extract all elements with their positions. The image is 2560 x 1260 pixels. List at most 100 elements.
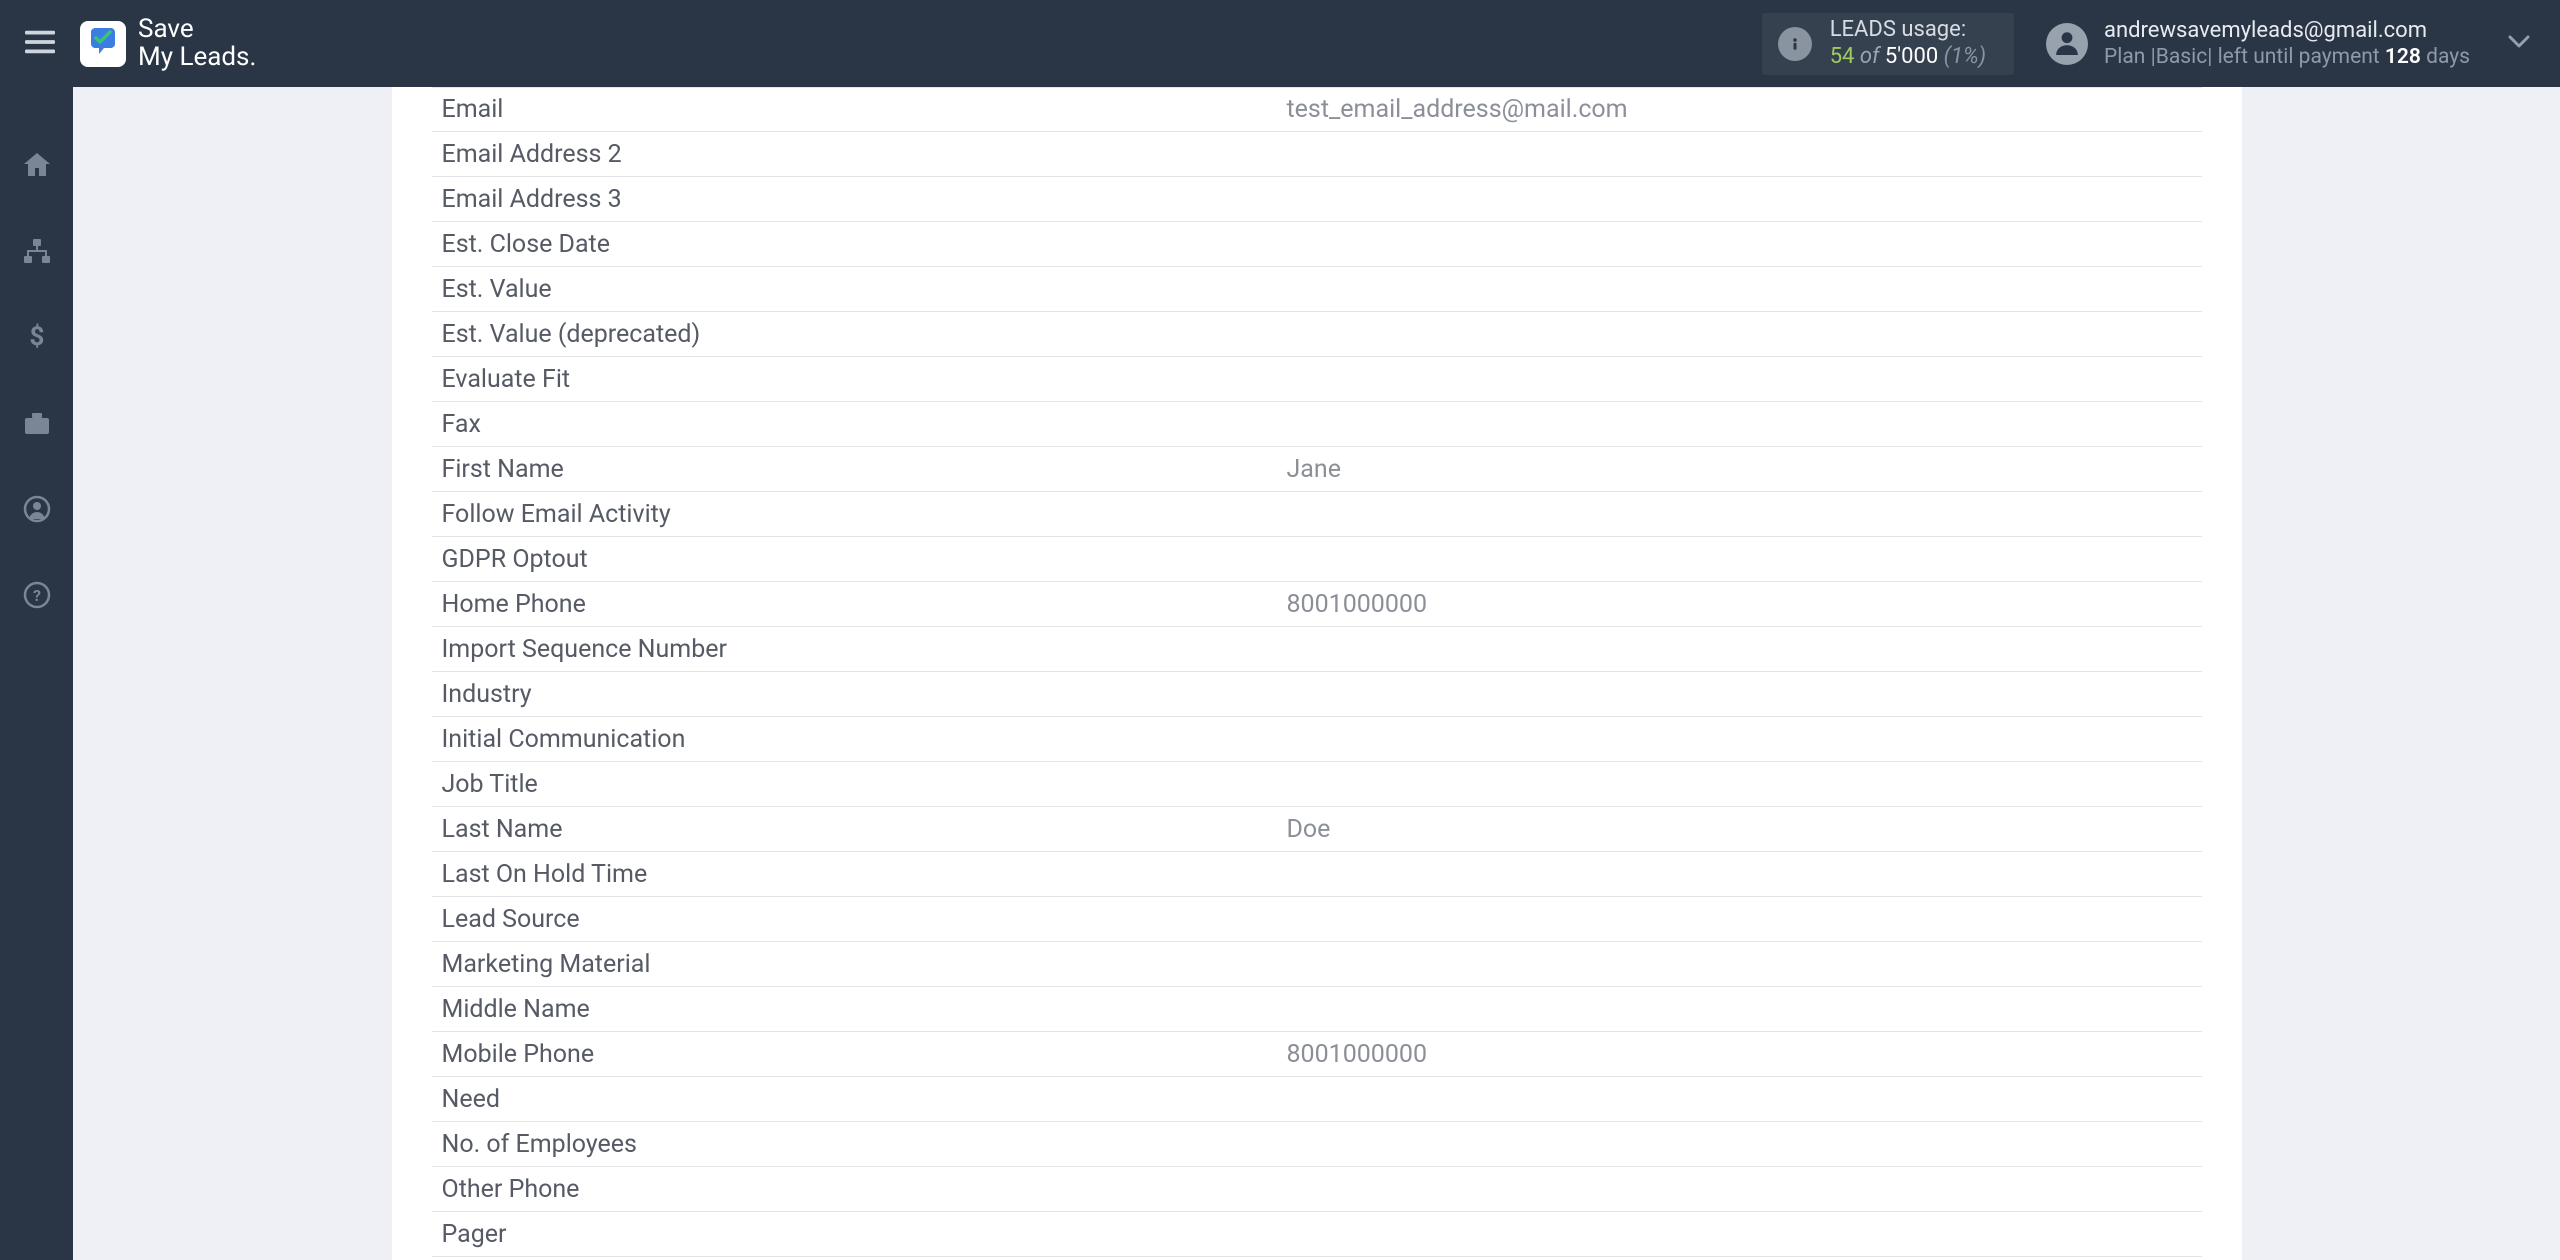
field-label: Follow Email Activity (442, 500, 1287, 529)
field-row: GDPR Optout (432, 537, 2202, 582)
field-row: Last On Hold Time (432, 852, 2202, 897)
account-plan: Plan |Basic| left until payment 128 days (2104, 44, 2470, 70)
field-mapping-card: Emailtest_email_address@mail.comEmail Ad… (392, 87, 2242, 1260)
usage-used: 54 (1830, 44, 1855, 69)
field-value: test_email_address@mail.com (1287, 95, 2192, 124)
header-right: LEADS usage: 54 of 5'000 (1%) andrewsave… (1762, 13, 2530, 75)
field-row: Pager (432, 1212, 2202, 1257)
field-label: Middle Name (442, 995, 1287, 1024)
field-row: Email Address 2 (432, 132, 2202, 177)
field-value: 8001000000 (1287, 590, 2192, 619)
field-rows: Emailtest_email_address@mail.comEmail Ad… (392, 87, 2242, 1260)
user-circle-icon (22, 495, 52, 527)
chevron-down-icon (2508, 34, 2530, 53)
menu-toggle[interactable] (20, 24, 60, 64)
field-label: Last On Hold Time (442, 860, 1287, 889)
logo[interactable]: Save My Leads. (80, 16, 256, 71)
field-row: No. of Employees (432, 1122, 2202, 1167)
field-row: First NameJane (432, 447, 2202, 492)
field-row: Mobile Phone8001000000 (432, 1032, 2202, 1077)
sidebar-item-billing[interactable]: $ (17, 319, 57, 359)
field-row: Industry (432, 672, 2202, 717)
sidebar-item-connections[interactable] (17, 233, 57, 273)
field-row: Need (432, 1077, 2202, 1122)
field-label: Need (442, 1085, 1287, 1114)
field-row: Other Phone (432, 1167, 2202, 1212)
briefcase-icon (22, 409, 52, 441)
field-label: Mobile Phone (442, 1040, 1287, 1069)
field-row: Middle Name (432, 987, 2202, 1032)
usage-of: of (1860, 44, 1885, 69)
field-label: Est. Close Date (442, 230, 1287, 259)
field-label: Marketing Material (442, 950, 1287, 979)
field-row: Email Address 3 (432, 177, 2202, 222)
field-row: Evaluate Fit (432, 357, 2202, 402)
field-label: No. of Employees (442, 1130, 1287, 1159)
field-row: Home Phone8001000000 (432, 582, 2202, 627)
field-row: Fax (432, 402, 2202, 447)
field-label: Evaluate Fit (442, 365, 1287, 394)
account-text: andrewsavemyleads@gmail.com Plan |Basic|… (2104, 17, 2470, 71)
field-row: Initial Communication (432, 717, 2202, 762)
field-value: Jane (1287, 455, 2192, 484)
field-row: Marketing Material (432, 942, 2202, 987)
logo-mark (80, 21, 126, 67)
account-box[interactable]: andrewsavemyleads@gmail.com Plan |Basic|… (2046, 17, 2470, 71)
field-label: Pager (442, 1220, 1287, 1249)
field-row: Import Sequence Number (432, 627, 2202, 672)
usage-text: LEADS usage: 54 of 5'000 (1%) (1830, 17, 1986, 70)
top-header: Save My Leads. LEADS usage: 54 of 5'000 … (0, 0, 2560, 87)
field-row: Est. Value (432, 267, 2202, 312)
home-icon (22, 151, 52, 183)
field-row: Est. Value (deprecated) (432, 312, 2202, 357)
field-label: Industry (442, 680, 1287, 709)
logo-text: Save My Leads. (138, 16, 256, 71)
field-row: Lead Source (432, 897, 2202, 942)
field-label: Last Name (442, 815, 1287, 844)
usage-limit: 5'000 (1885, 44, 1938, 69)
field-label: GDPR Optout (442, 545, 1287, 574)
field-label: Email Address 2 (442, 140, 1287, 169)
usage-pct: (1%) (1944, 44, 1986, 69)
sidebar-item-help[interactable]: ? (17, 577, 57, 617)
field-row: Follow Email Activity (432, 492, 2202, 537)
hamburger-icon (25, 30, 55, 58)
field-row: Job Title (432, 762, 2202, 807)
field-label: Home Phone (442, 590, 1287, 619)
dollar-icon: $ (22, 323, 52, 355)
svg-text:?: ? (33, 586, 41, 605)
avatar (2046, 23, 2088, 65)
sidebar-item-home[interactable] (17, 147, 57, 187)
field-row: Est. Close Date (432, 222, 2202, 267)
field-row: Last NameDoe (432, 807, 2202, 852)
field-value: Doe (1287, 815, 2192, 844)
sitemap-icon (22, 237, 52, 269)
svg-text:$: $ (29, 323, 44, 351)
field-label: Est. Value (deprecated) (442, 320, 1287, 349)
usage-box[interactable]: LEADS usage: 54 of 5'000 (1%) (1762, 13, 2014, 75)
question-circle-icon: ? (22, 581, 52, 613)
usage-line: 54 of 5'000 (1%) (1830, 44, 1986, 70)
field-label: Fax (442, 410, 1287, 439)
field-label: First Name (442, 455, 1287, 484)
field-label: Job Title (442, 770, 1287, 799)
main-content: Emailtest_email_address@mail.comEmail Ad… (73, 87, 2560, 1260)
sidebar-item-profile[interactable] (17, 491, 57, 531)
field-label: Email Address 3 (442, 185, 1287, 214)
field-row: Emailtest_email_address@mail.com (432, 87, 2202, 132)
field-label: Est. Value (442, 275, 1287, 304)
field-label: Initial Communication (442, 725, 1287, 754)
sidebar-item-work[interactable] (17, 405, 57, 445)
field-label: Lead Source (442, 905, 1287, 934)
account-email: andrewsavemyleads@gmail.com (2104, 17, 2470, 45)
info-icon (1778, 27, 1812, 61)
field-value: 8001000000 (1287, 1040, 2192, 1069)
usage-title: LEADS usage: (1830, 17, 1986, 43)
field-label: Import Sequence Number (442, 635, 1287, 664)
sidebar: $ ? (0, 87, 73, 1260)
field-label: Email (442, 95, 1287, 124)
checkmark-icon (87, 26, 119, 62)
user-icon (2054, 29, 2080, 59)
field-label: Other Phone (442, 1175, 1287, 1204)
account-dropdown-toggle[interactable] (2508, 34, 2530, 53)
